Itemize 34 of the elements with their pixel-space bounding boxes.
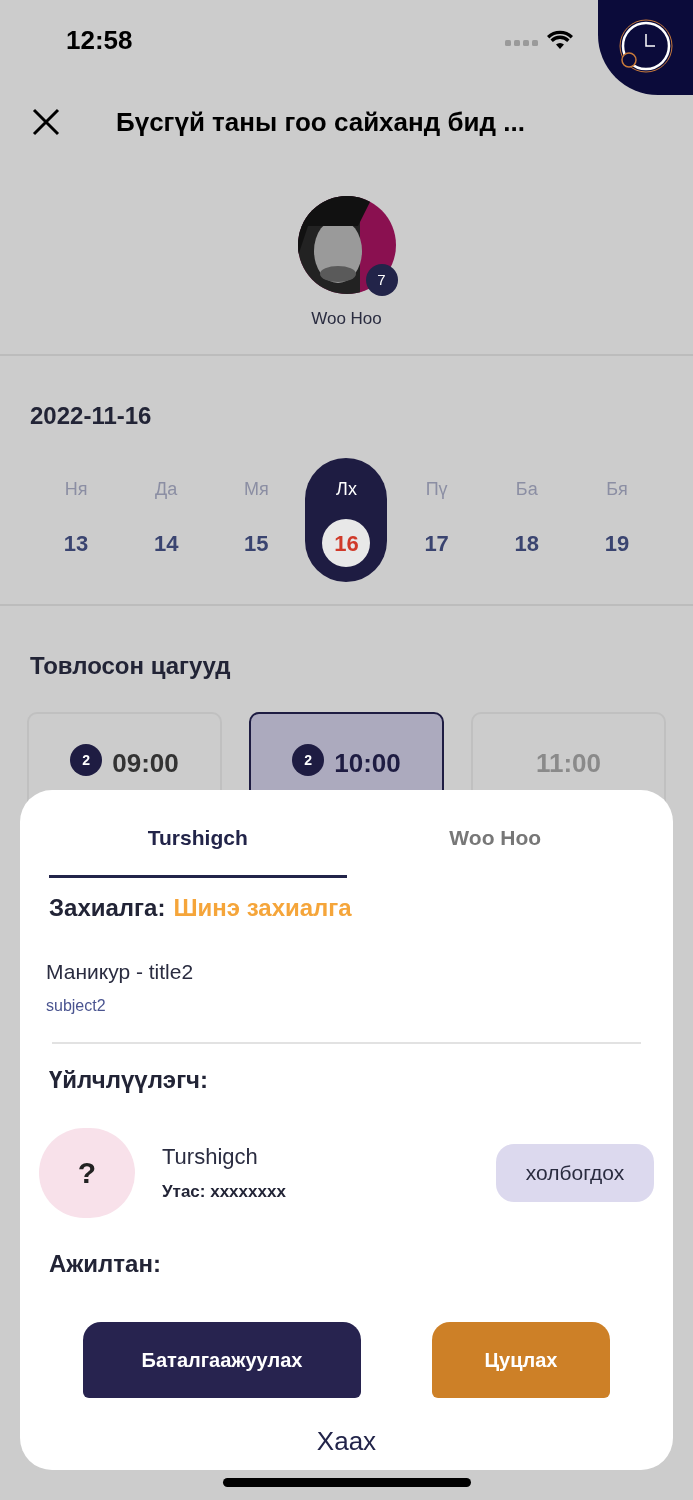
section-heading: Үйлчлүүлэгч:: [48, 1064, 210, 1095]
customer-avatar: ?: [39, 1127, 135, 1218]
close-link[interactable]: Хаах: [316, 1421, 377, 1461]
page-title: Бүсгүй таны гоо сайханд бид ...: [116, 105, 525, 139]
count-badge: 2: [70, 744, 103, 776]
order-status: Шинэ захиалга: [173, 893, 352, 923]
count-badge: 2: [292, 744, 325, 776]
tab[interactable]: Turshigch: [49, 822, 347, 878]
customer-phone: Утас: xxxxxxxx: [162, 1181, 286, 1204]
service-subject: subject2: [45, 995, 107, 1016]
section-heading: Ажилтан:: [48, 1248, 162, 1279]
signal-icon: [505, 40, 539, 46]
contact-button[interactable]: холбогдох: [496, 1143, 654, 1202]
day-item[interactable]: Мя 15: [215, 458, 298, 582]
specialist-name: Woo Hoo: [311, 308, 382, 330]
confirm-button[interactable]: Баталгаажуулах: [83, 1321, 361, 1398]
service-title: Маникур - title2: [45, 959, 195, 985]
cancel-button[interactable]: Цуцлах: [432, 1321, 610, 1398]
tab[interactable]: Woo Hoo: [346, 822, 644, 878]
day-item[interactable]: Лх 16: [305, 458, 388, 582]
day-item[interactable]: Пү 17: [395, 458, 478, 582]
count-badge: 7: [365, 264, 398, 296]
customer-name: Turshigch: [162, 1143, 259, 1172]
day-item[interactable]: Ба 18: [485, 458, 568, 582]
section-heading: Товлосон цагууд: [29, 651, 232, 681]
day-item[interactable]: Бя 19: [575, 458, 658, 582]
status-time: 12:58: [66, 23, 133, 57]
wifi-icon: [547, 30, 573, 50]
selected-date: 2022-11-16: [29, 401, 153, 431]
clock-logo-icon: [598, 0, 693, 95]
close-icon[interactable]: [30, 106, 62, 138]
day-item[interactable]: Да 14: [125, 458, 208, 582]
order-label: Захиалга:: [49, 893, 166, 923]
day-item[interactable]: Ня 13: [35, 458, 118, 582]
